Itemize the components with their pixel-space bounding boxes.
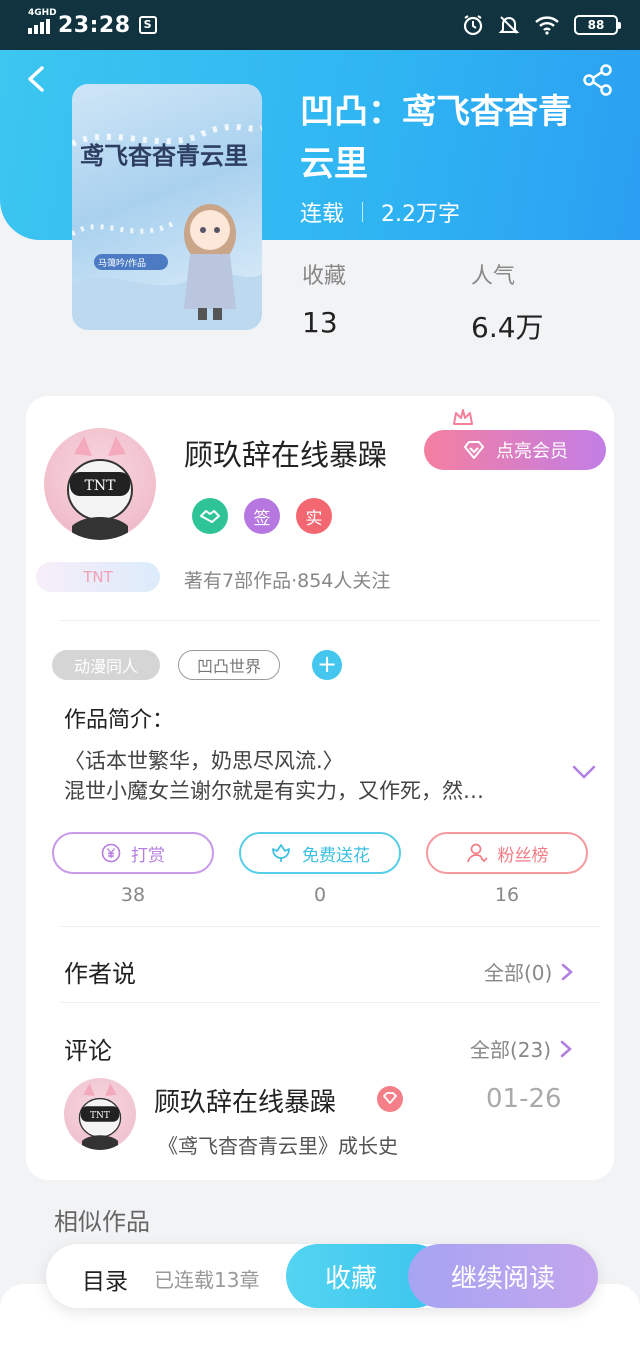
intro-text: 〈话本世繁华，奶思尽风流.〉 混世小魔女兰谢尔就是有实力，又作死，然… <box>64 746 554 806</box>
divider <box>60 926 600 927</box>
wifi-icon <box>535 16 559 35</box>
add-tag-button[interactable]: + <box>312 650 342 680</box>
app-notification-icon: S <box>138 16 157 34</box>
toc-button[interactable]: 目录 <box>82 1262 128 1296</box>
author-says-title: 作者说 <box>64 960 136 988</box>
chevron-down-icon[interactable] <box>570 762 598 782</box>
cover-illustration: 鸢飞杳杳青云里 马蔼吟/作品 <box>72 124 262 330</box>
vip-button[interactable]: 点亮会员 <box>424 430 606 470</box>
network-type: 4GHD <box>28 8 57 18</box>
word-count: 2.2万字 <box>381 202 461 227</box>
popularity-stat: 人气 6.4万 <box>471 258 544 346</box>
avatar-illustration: TNT <box>67 436 133 540</box>
avatar-illustration: TNT <box>78 1083 122 1150</box>
battery-icon: 88 <box>574 15 621 35</box>
intro-title: 作品简介： <box>64 708 175 733</box>
flower-count: 0 <box>313 884 327 906</box>
status-bar: 4GHD 23:28 S 88 <box>0 0 640 50</box>
tag-anime-fanfic[interactable]: 动漫同人 <box>52 650 160 680</box>
favorites-value: 13 <box>302 306 338 339</box>
tip-count: 38 <box>120 884 146 906</box>
book-title: 凹凸：鸢飞杳杳青云里 <box>300 92 572 184</box>
verified-badge: 实 <box>296 498 332 534</box>
tag-aotu-world[interactable]: 凹凸世界 <box>178 650 280 680</box>
favorite-label: 收藏 <box>324 1263 377 1294</box>
user-icon <box>466 843 488 863</box>
fan-ranking-label: 粉丝榜 <box>497 845 549 866</box>
comment-date: 01-26 <box>486 1084 562 1114</box>
continue-reading-button[interactable]: 继续阅读 <box>408 1244 598 1308</box>
mute-bell-icon <box>498 16 520 34</box>
divider <box>60 620 600 621</box>
author-avatar[interactable]: TNT <box>44 428 156 540</box>
signed-badge: 签 <box>244 498 280 534</box>
yen-icon <box>101 843 121 863</box>
divider <box>60 1002 600 1003</box>
continue-reading-label: 继续阅读 <box>450 1263 555 1294</box>
favorites-stat: 收藏 13 <box>302 258 346 339</box>
intro-line: 混世小魔女兰谢尔就是有实力，又作死，然… <box>64 779 484 803</box>
comments-count: 全部(23) <box>470 1038 552 1062</box>
intro-line: 〈话本世繁华，奶思尽风流.〉 <box>64 749 344 773</box>
chevron-right-icon <box>562 963 574 980</box>
fan-count: 16 <box>494 884 520 906</box>
back-icon[interactable] <box>22 62 52 96</box>
popularity-value: 6.4万 <box>471 311 544 344</box>
vip-diamond-icon <box>377 1086 403 1112</box>
meta-divider <box>362 202 364 222</box>
tip-label: 打赏 <box>131 845 165 866</box>
svg-text:马蔼吟/作品: 马蔼吟/作品 <box>98 257 146 269</box>
author-says-all-link[interactable]: 全部(0) <box>484 957 574 986</box>
crown-icon <box>453 409 473 425</box>
author-name[interactable]: 顾玖辞在线暴躁 <box>184 432 387 474</box>
popularity-label: 人气 <box>471 264 516 289</box>
book-cover[interactable]: 鸢飞杳杳青云里 马蔼吟/作品 <box>72 84 262 330</box>
signal-icon: 4GHD <box>28 8 57 34</box>
flower-icon <box>272 844 290 862</box>
comments-title: 评论 <box>64 1037 112 1065</box>
svg-text:鸢飞杳杳青云里: 鸢飞杳杳青云里 <box>80 142 248 170</box>
handshake-badge-icon <box>192 498 228 534</box>
comments-all-link[interactable]: 全部(23) <box>470 1034 573 1063</box>
author-says-count: 全部(0) <box>484 961 553 985</box>
favorites-label: 收藏 <box>302 264 347 289</box>
svg-text:TNT: TNT <box>85 478 117 494</box>
similar-works-title: 相似作品 <box>54 1208 150 1236</box>
chapter-count: 已连载13章 <box>154 1268 260 1292</box>
free-flower-label: 免费送花 <box>302 845 370 866</box>
chevron-right-icon <box>560 1040 572 1057</box>
clock: 23:28 <box>58 12 131 38</box>
book-meta: 连载 2.2万字 <box>300 196 460 228</box>
vip-button-label: 点亮会员 <box>496 441 568 462</box>
svg-text:TNT: TNT <box>90 1111 110 1121</box>
free-flower-button[interactable]: 免费送花 <box>239 832 401 874</box>
diamond-icon <box>464 441 484 459</box>
comment-username[interactable]: 顾玖辞在线暴躁 <box>154 1082 336 1119</box>
tip-button[interactable]: 打赏 <box>52 832 214 874</box>
book-status: 连载 <box>300 202 345 227</box>
fan-ranking-button[interactable]: 粉丝榜 <box>426 832 588 874</box>
comment-avatar[interactable]: TNT <box>64 1078 136 1150</box>
comment-text[interactable]: 《鸢飞杳杳青云里》成长史 <box>158 1130 398 1159</box>
alarm-icon <box>463 15 483 36</box>
fan-tag: TNT <box>36 562 160 592</box>
author-stats: 著有7部作品·854人关注 <box>184 570 391 592</box>
